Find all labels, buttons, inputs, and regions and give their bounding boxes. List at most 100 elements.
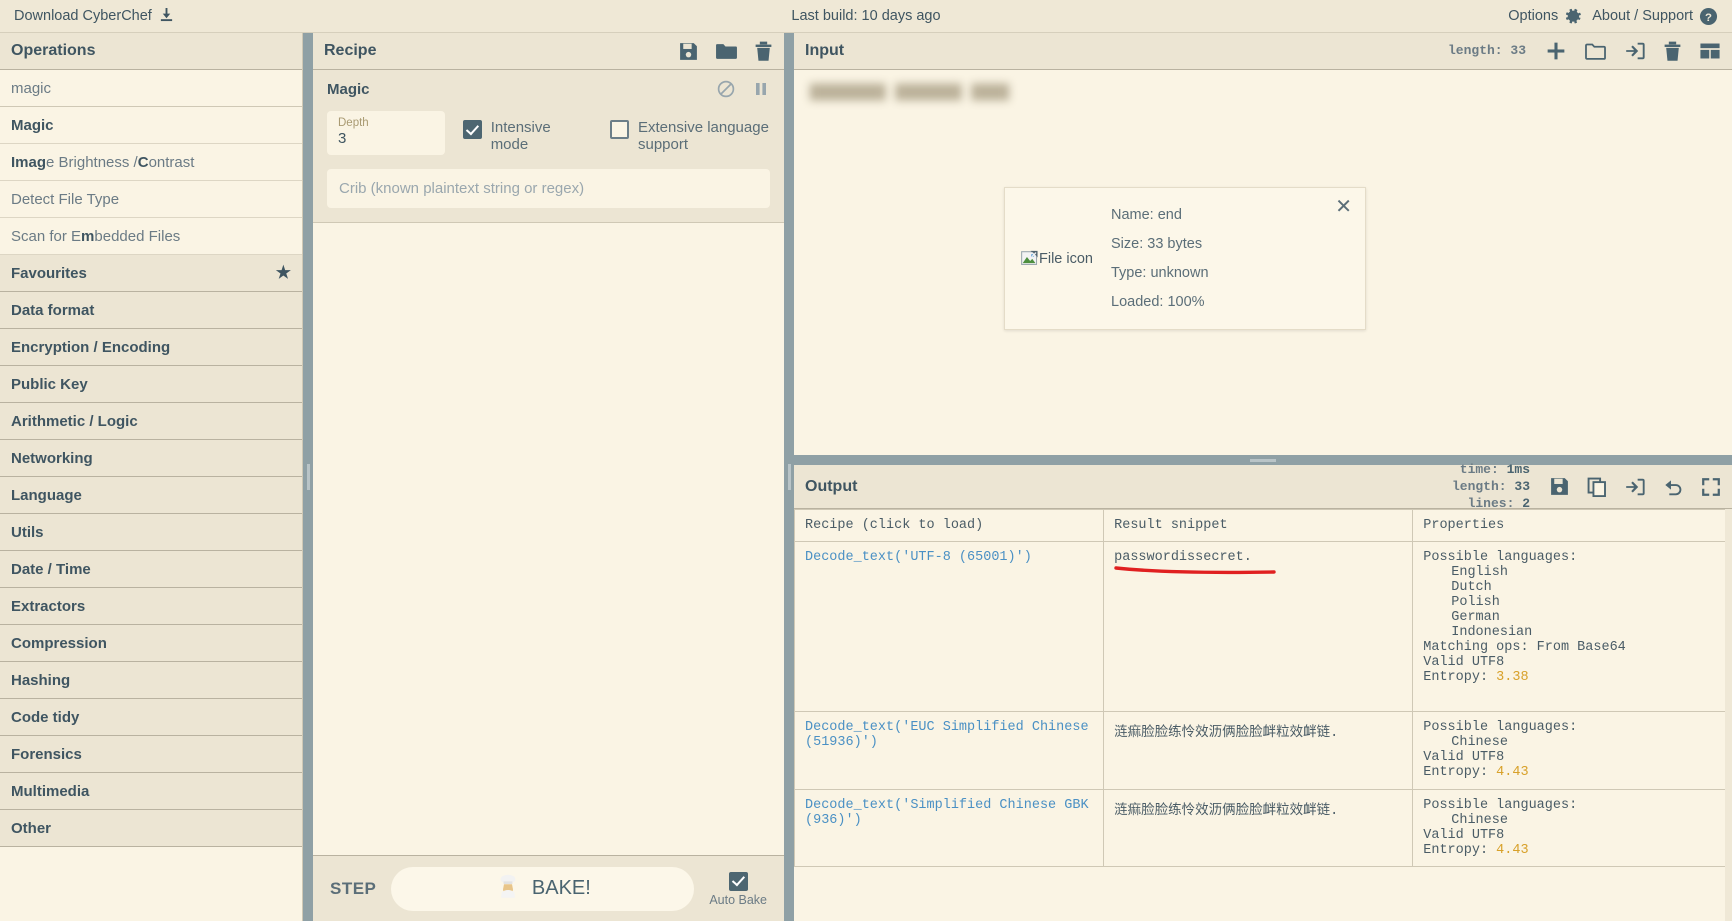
matching-ops: Matching ops: From Base64 (1423, 640, 1626, 655)
disable-operation-icon[interactable] (717, 80, 735, 98)
reset-layout-icon[interactable] (1699, 41, 1721, 61)
category-other[interactable]: Other (0, 810, 302, 847)
gear-icon[interactable] (1564, 7, 1583, 26)
intensive-mode-checkbox[interactable]: Intensive mode (462, 111, 592, 153)
category-multimedia[interactable]: Multimedia (0, 773, 302, 810)
properties-cell: Possible languages: Chinese Valid UTF8 E… (1412, 789, 1732, 867)
category-label: Data format (11, 301, 95, 319)
depth-field[interactable]: Depth 3 (327, 111, 445, 156)
op-result-magic[interactable]: Magic (0, 107, 302, 144)
intensive-mode-label: Intensive mode (490, 119, 551, 153)
entropy-value: 4.43 (1496, 765, 1529, 780)
question-circle-icon[interactable]: ? (1699, 7, 1718, 26)
clear-recipe-icon[interactable] (754, 41, 773, 62)
replace-input-icon[interactable] (1624, 477, 1646, 497)
open-folder-icon[interactable] (1584, 41, 1607, 62)
clear-input-icon[interactable] (1663, 41, 1682, 62)
category-label: Arithmetic / Logic (11, 412, 138, 430)
possible-languages-label: Possible languages: (1423, 720, 1578, 735)
recipe-link[interactable]: Decode_text('UTF-8 (65001)') (805, 550, 1032, 565)
options-button[interactable]: Options (1508, 7, 1583, 26)
operations-recipe-splitter[interactable] (303, 33, 313, 921)
category-networking[interactable]: Networking (0, 440, 302, 477)
step-button[interactable]: STEP (330, 879, 376, 899)
bake-button[interactable]: BAKE! (391, 866, 695, 911)
pause-operation-icon[interactable] (752, 80, 770, 98)
category-label: Hashing (11, 671, 71, 689)
maximise-output-icon[interactable] (1701, 477, 1721, 497)
extensive-language-support-checkbox[interactable]: Extensive language support (610, 111, 770, 153)
recipe-link[interactable]: Decode_text('Simplified Chinese GBK (936… (805, 798, 1089, 828)
category-extractors[interactable]: Extractors (0, 588, 302, 625)
load-recipe-icon[interactable] (715, 41, 738, 62)
column-recipe: Recipe (click to load) (794, 509, 1105, 542)
entropy: Entropy: 4.43 (1423, 843, 1721, 858)
star-icon: ★ (275, 263, 291, 282)
entropy: Entropy: 3.38 (1423, 670, 1721, 685)
category-arithmetic-logic[interactable]: Arithmetic / Logic (0, 403, 302, 440)
checkbox-box[interactable] (462, 120, 482, 139)
table-row[interactable]: Decode_text('EUC Simplified Chinese (519… (794, 711, 1732, 790)
recipe-operation-magic[interactable]: Magic Depth 3 Intensive mode Extensive l… (313, 70, 784, 224)
table-row[interactable]: Decode_text('UTF-8 (65001)') passwordiss… (794, 541, 1732, 712)
category-label: Favourites (11, 264, 87, 282)
category-forensics[interactable]: Forensics (0, 736, 302, 773)
category-label: Date / Time (11, 560, 91, 578)
output-scrollbar[interactable] (1725, 509, 1732, 921)
category-date-time[interactable]: Date / Time (0, 551, 302, 588)
close-icon[interactable]: ✕ (1335, 197, 1352, 217)
search-input[interactable] (0, 70, 302, 106)
recipe-cell[interactable]: Decode_text('EUC Simplified Chinese (519… (794, 711, 1105, 790)
file-info-card: ✕ File icon Name: end Size: 33 bytes Typ… (1004, 187, 1366, 330)
category-utils[interactable]: Utils (0, 514, 302, 551)
category-encryption-encoding[interactable]: Encryption / Encoding (0, 329, 302, 366)
crib-input[interactable]: Crib (known plaintext string or regex) (327, 169, 770, 209)
category-favourites[interactable]: Favourites ★ (0, 255, 302, 292)
checkbox-box[interactable] (610, 120, 629, 139)
output-results-area[interactable]: Recipe (click to load) Result snippet Pr… (794, 509, 1732, 921)
recipe-cell[interactable]: Decode_text('UTF-8 (65001)') (794, 541, 1105, 712)
possible-languages-label: Possible languages: (1423, 798, 1578, 813)
input-output-splitter[interactable] (794, 455, 1732, 465)
valid-utf8: Valid UTF8 (1423, 750, 1505, 765)
possible-languages-label: Possible languages: (1423, 550, 1578, 565)
op-result-detect-file-type[interactable]: Detect File Type (0, 181, 302, 218)
recipe-operation-list[interactable]: Magic Depth 3 Intensive mode Extensive l… (313, 70, 784, 855)
add-tab-icon[interactable] (1545, 40, 1567, 62)
op-result-image-brightness-contrast[interactable]: Imag e Brightness / Contrast (0, 144, 302, 181)
op-result-scan-for-embedded-files[interactable]: Scan for Em bedded Files (0, 218, 302, 255)
category-compression[interactable]: Compression (0, 625, 302, 662)
snippet-cell: passwordissecret. (1103, 541, 1414, 712)
copy-output-icon[interactable] (1587, 477, 1607, 497)
broken-image-glyph (1021, 250, 1038, 267)
open-file-icon[interactable] (1624, 41, 1646, 61)
recipe-cell[interactable]: Decode_text('Simplified Chinese GBK (936… (794, 789, 1105, 867)
checkbox-box[interactable] (728, 871, 748, 891)
category-label: Utils (11, 523, 44, 541)
category-public-key[interactable]: Public Key (0, 366, 302, 403)
about-support-button[interactable]: About / Support ? (1592, 7, 1718, 26)
entropy-value: 3.38 (1496, 670, 1529, 685)
entropy-label: Entropy: (1423, 843, 1497, 858)
category-code-tidy[interactable]: Code tidy (0, 699, 302, 736)
recipe-io-splitter[interactable] (784, 33, 794, 921)
svg-text:?: ? (1705, 11, 1712, 23)
download-cyberchef-link[interactable]: Download CyberChef (14, 7, 174, 26)
category-language[interactable]: Language (0, 477, 302, 514)
category-label: Language (11, 486, 82, 504)
download-icon[interactable] (159, 7, 174, 26)
recipe-link[interactable]: Decode_text('EUC Simplified Chinese (519… (805, 720, 1089, 750)
auto-bake-toggle[interactable]: Auto Bake (709, 871, 767, 907)
category-label: Extractors (11, 597, 86, 615)
save-recipe-icon[interactable] (678, 41, 699, 62)
undo-icon[interactable] (1663, 477, 1684, 496)
bake-bar: STEP BAKE! Auto Bake (313, 855, 784, 921)
language-item: Chinese (1451, 735, 1508, 750)
save-output-icon[interactable] (1549, 476, 1570, 497)
table-row[interactable]: Decode_text('Simplified Chinese GBK (936… (794, 789, 1732, 867)
category-data-format[interactable]: Data format (0, 292, 302, 329)
input-textarea[interactable]: ████████ ███████ ████ ✕ File icon Name: … (794, 70, 1732, 455)
category-hashing[interactable]: Hashing (0, 662, 302, 699)
magic-results-table: Recipe (click to load) Result snippet Pr… (794, 509, 1732, 867)
depth-value: 3 (338, 130, 347, 148)
